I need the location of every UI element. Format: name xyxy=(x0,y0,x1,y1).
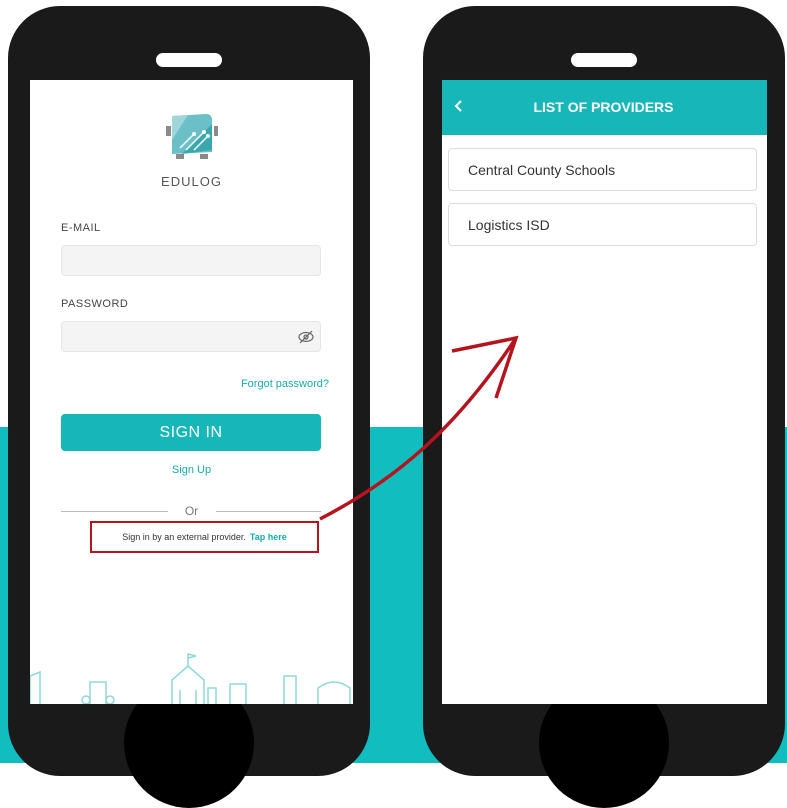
sign-up-link[interactable]: Sign Up xyxy=(30,464,353,476)
tap-here-link[interactable]: Tap here xyxy=(250,532,287,542)
back-chevron-icon[interactable] xyxy=(452,97,466,115)
sign-in-button[interactable]: SIGN IN xyxy=(61,414,321,451)
phone-providers: LIST OF PROVIDERS Central County Schools… xyxy=(423,6,785,808)
password-label: PASSWORD xyxy=(61,298,129,310)
providers-title: LIST OF PROVIDERS xyxy=(533,99,674,115)
edulog-logo xyxy=(166,114,218,159)
password-field[interactable] xyxy=(61,321,321,352)
phone-speaker xyxy=(571,53,637,67)
phone-login: EDULOG E-MAIL PASSWORD Forgot password? … xyxy=(8,6,370,808)
phone-speaker xyxy=(156,53,222,67)
external-provider-text: Sign in by an external provider. xyxy=(122,532,246,542)
brand-name: EDULOG xyxy=(161,174,222,189)
providers-header: LIST OF PROVIDERS xyxy=(442,80,767,135)
divider-right xyxy=(216,511,321,512)
city-skyline xyxy=(30,653,351,704)
email-label: E-MAIL xyxy=(61,222,101,234)
providers-screen: LIST OF PROVIDERS Central County Schools… xyxy=(442,80,767,704)
eye-icon[interactable] xyxy=(298,330,314,344)
external-provider-callout: Sign in by an external provider. Tap her… xyxy=(90,521,319,553)
login-screen: EDULOG E-MAIL PASSWORD Forgot password? … xyxy=(30,80,353,704)
provider-item[interactable]: Logistics ISD xyxy=(448,203,757,246)
provider-item[interactable]: Central County Schools xyxy=(448,148,757,191)
email-field[interactable] xyxy=(61,245,321,276)
forgot-password-link[interactable]: Forgot password? xyxy=(241,378,329,390)
